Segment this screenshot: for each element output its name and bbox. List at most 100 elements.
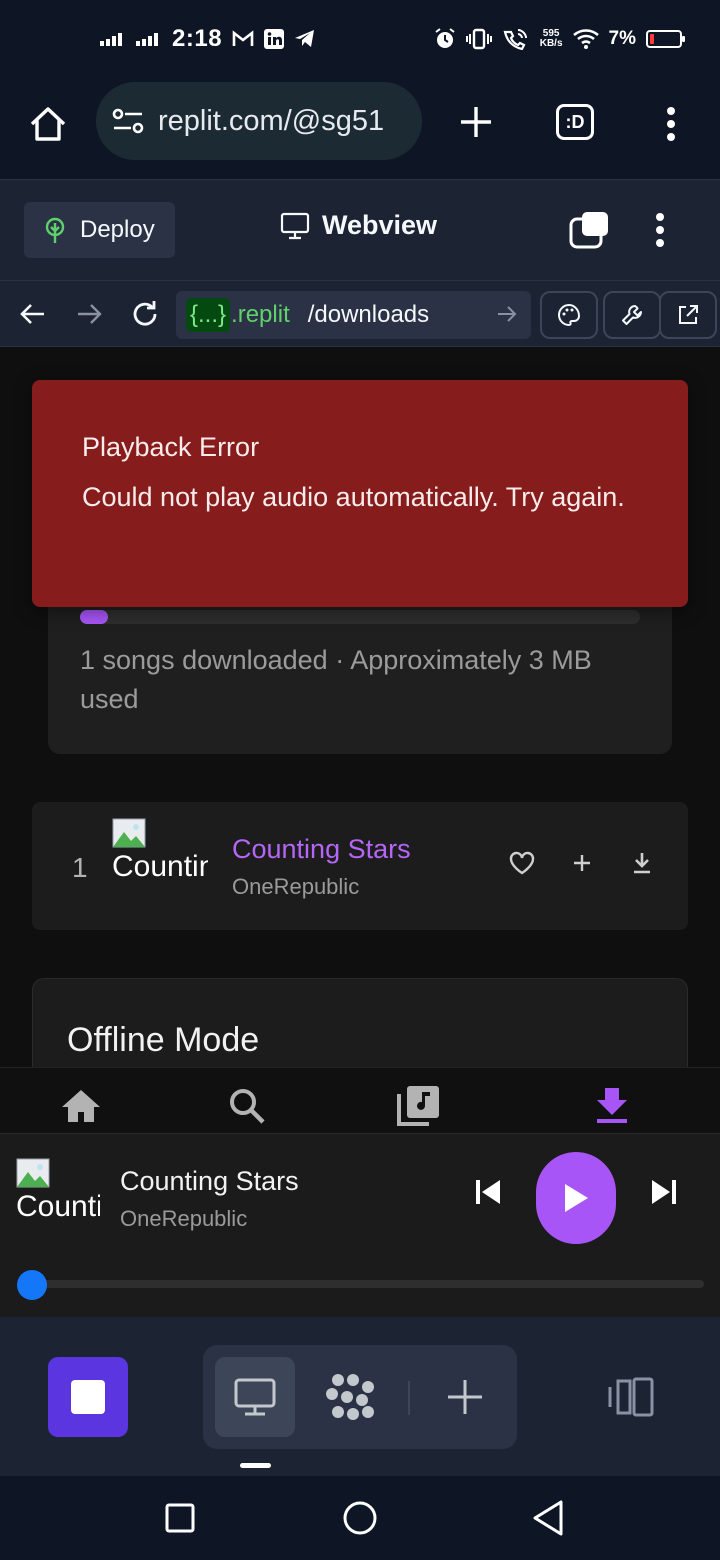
palette-icon — [558, 303, 581, 327]
next-button[interactable] — [644, 1172, 684, 1212]
deploy-button[interactable]: Deploy — [24, 202, 175, 258]
app-bottom-nav — [0, 1067, 720, 1133]
webview-view-button[interactable] — [215, 1357, 295, 1437]
forward-button[interactable] — [72, 297, 106, 331]
download-icon — [597, 1088, 627, 1123]
view-switcher — [203, 1345, 517, 1449]
address-path: /downloads — [307, 301, 430, 328]
error-toast[interactable]: Playback Error Could not play audio auto… — [32, 380, 688, 607]
storage-summary: 1 songs downloaded · Approximately 3 MB … — [80, 645, 592, 714]
signal-icon — [136, 33, 158, 46]
site-settings-icon — [112, 108, 144, 134]
browser-home-button[interactable] — [24, 100, 72, 148]
download-icon — [634, 853, 650, 874]
webview-content: 1 songs downloaded · Approximately 3 MB … — [0, 347, 720, 1317]
status-left: 2:18 — [100, 22, 316, 56]
add-to-playlist-button[interactable] — [567, 848, 597, 878]
monitor-icon — [280, 212, 310, 239]
seek-bar[interactable] — [18, 1280, 704, 1288]
nav-home-tab[interactable] — [59, 1084, 103, 1128]
battery-icon — [646, 30, 685, 48]
stop-button[interactable] — [48, 1357, 128, 1437]
search-icon — [230, 1089, 265, 1124]
library-icon — [397, 1086, 439, 1126]
nav-search-tab[interactable] — [225, 1084, 269, 1128]
tab-switcher-button[interactable]: :D — [556, 104, 594, 140]
home-icon — [30, 107, 66, 141]
status-right: 595 KB/s 7% — [434, 22, 685, 56]
plus-icon — [448, 1380, 482, 1414]
back-system-button[interactable] — [528, 1498, 568, 1538]
add-pane-button[interactable] — [437, 1369, 493, 1425]
gmail-icon — [232, 30, 254, 46]
status-time: 2:18 — [172, 25, 223, 52]
replit-bottom-toolbar — [0, 1317, 720, 1476]
view-switcher-divider — [408, 1381, 410, 1415]
download-track-row[interactable]: 1 Counting Stars Counting Stars OneRepub… — [32, 802, 688, 930]
like-button[interactable] — [507, 848, 537, 878]
panes-icon[interactable] — [568, 210, 610, 250]
new-tab-button[interactable] — [452, 98, 500, 146]
battery-percent: 7% — [608, 28, 636, 49]
replit-menu-button[interactable] — [648, 206, 672, 254]
track-thumbnail: Counting Stars — [112, 818, 208, 914]
webview-tab-title[interactable]: Webview — [280, 210, 437, 241]
track-download-button[interactable] — [627, 848, 657, 878]
status-bar: 2:18 595 KB/s 7% — [0, 0, 720, 78]
vibrate-icon — [465, 28, 492, 50]
track-number: 1 — [72, 852, 88, 883]
toast-title: Playback Error — [82, 432, 260, 462]
track-title[interactable]: Counting Stars — [232, 834, 411, 865]
layout-toggle-icon[interactable] — [606, 1377, 656, 1417]
seek-knob[interactable] — [17, 1270, 47, 1300]
mini-player[interactable]: Counting Stars Counting Stars OneRepubli… — [0, 1133, 720, 1317]
nav-library-tab[interactable] — [396, 1084, 440, 1128]
stop-icon — [71, 1380, 105, 1414]
more-vertical-icon — [656, 213, 664, 247]
thumbnail-alt-text: Counting Stars — [112, 850, 208, 883]
agent-view-button[interactable] — [322, 1369, 378, 1425]
home-indicator — [240, 1463, 271, 1468]
url-bar[interactable]: replit.com/@sg51 — [96, 82, 422, 160]
mini-player-thumbnail: Counting Stars — [16, 1158, 100, 1238]
skip-previous-icon — [476, 1180, 500, 1204]
telegram-icon — [295, 30, 315, 47]
more-vertical-icon — [667, 107, 675, 141]
linkedin-icon — [264, 29, 285, 49]
reload-button[interactable] — [128, 297, 162, 331]
home-icon — [62, 1090, 100, 1122]
nav-downloads-tab[interactable] — [590, 1084, 634, 1128]
webview-address-field[interactable]: {...} .replit /downloads — [176, 291, 531, 339]
go-arrow-icon[interactable] — [497, 304, 517, 324]
agent-icon — [326, 1374, 374, 1420]
deploy-icon — [45, 217, 65, 243]
previous-button[interactable] — [468, 1172, 508, 1212]
theme-button[interactable] — [540, 291, 598, 339]
alarm-icon — [435, 28, 455, 48]
reload-icon — [133, 301, 157, 326]
home-button[interactable] — [340, 1498, 380, 1538]
network-speed: 595 KB/s — [539, 28, 563, 49]
back-button[interactable] — [16, 297, 50, 331]
android-nav-bar — [0, 1476, 720, 1560]
toast-message: Could not play audio automatically. Try … — [82, 482, 625, 512]
address-domain: .replit — [231, 301, 290, 328]
devtools-button[interactable] — [603, 291, 661, 339]
heart-icon — [509, 851, 535, 875]
deploy-label: Deploy — [80, 216, 155, 243]
recents-button[interactable] — [160, 1498, 200, 1538]
open-external-button[interactable] — [659, 291, 717, 339]
track-artist: OneRepublic — [232, 874, 360, 899]
storage-progress-bar — [80, 610, 640, 624]
external-link-icon — [679, 305, 698, 324]
thumbnail-alt-text: Counting Stars — [16, 1190, 100, 1223]
webview-nav-bar: {...} .replit /downloads — [0, 280, 720, 347]
wifi-calling-icon — [503, 29, 527, 50]
browser-menu-button[interactable] — [656, 100, 686, 148]
back-triangle-icon — [533, 1500, 563, 1536]
play-button[interactable] — [536, 1152, 616, 1244]
now-playing-artist: OneRepublic — [120, 1206, 248, 1231]
storage-progress-fill — [80, 610, 108, 624]
now-playing-title: Counting Stars — [120, 1166, 299, 1196]
home-circle-icon — [343, 1501, 377, 1535]
